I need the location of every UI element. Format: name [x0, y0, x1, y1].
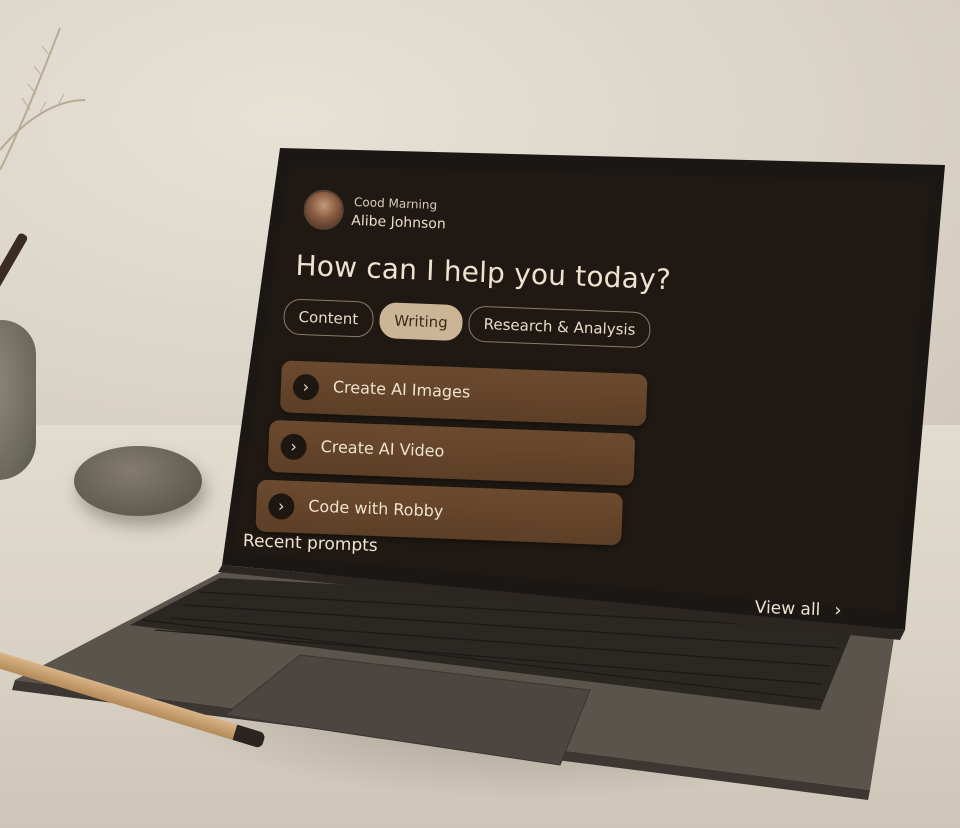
action-label: Create AI Video — [320, 436, 445, 461]
action-create-ai-video[interactable]: › Create AI Video — [267, 419, 636, 486]
tab-writing[interactable]: Writing — [378, 302, 464, 342]
greeting-text: Cood Marning — [353, 194, 438, 213]
chevron-right-icon: › — [292, 373, 320, 401]
user-avatar[interactable] — [302, 189, 345, 231]
view-all-link[interactable]: View all › — [754, 597, 842, 621]
action-create-ai-images[interactable]: › Create AI Images — [279, 360, 648, 427]
tab-research-analysis[interactable]: Research & Analysis — [468, 305, 652, 349]
tab-content[interactable]: Content — [282, 298, 374, 338]
action-label: Create AI Images — [332, 377, 471, 402]
action-label: Code with Robby — [307, 496, 444, 521]
chevron-right-icon: › — [833, 599, 842, 621]
app-screen: Cood Marning Alibe Johnson How can I hel… — [243, 150, 938, 621]
user-name: Alibe Johnson — [351, 212, 447, 233]
recent-prompts-heading: Recent prompts — [242, 530, 379, 557]
category-tabs: Content Writing Research & Analysis — [282, 298, 652, 349]
view-all-label: View all — [754, 597, 821, 621]
page-title: How can I help you today? — [294, 248, 672, 297]
chevron-right-icon: › — [280, 433, 308, 461]
chevron-right-icon: › — [267, 492, 295, 520]
